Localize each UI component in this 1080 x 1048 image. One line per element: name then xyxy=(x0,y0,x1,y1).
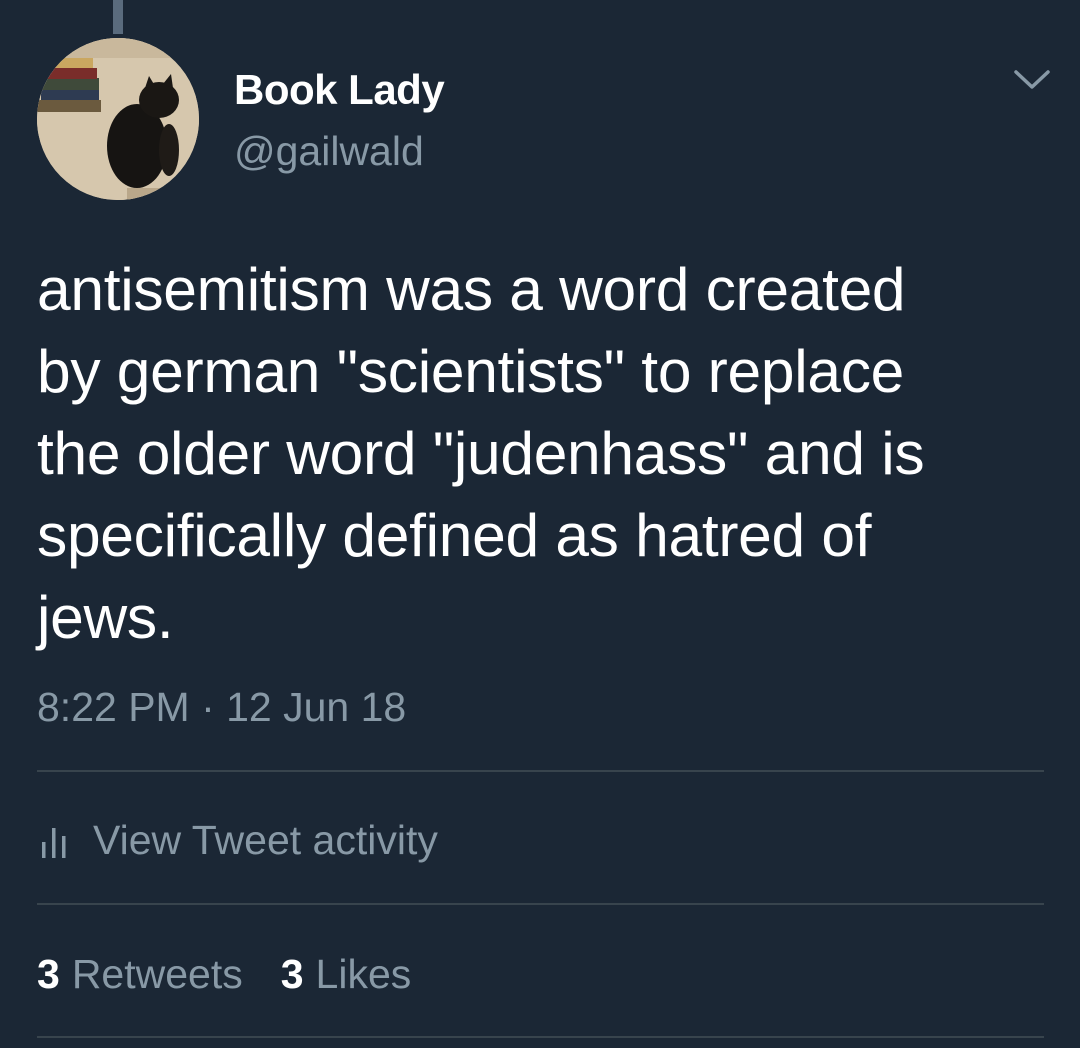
tweet-stats: 3 Retweets 3 Likes xyxy=(37,946,411,1002)
display-name[interactable]: Book Lady xyxy=(234,66,445,114)
user-handle[interactable]: @gailwald xyxy=(234,128,424,175)
tweet-detail: Book Lady @gailwald antisemitism was a w… xyxy=(0,0,1080,1048)
divider xyxy=(37,1036,1044,1038)
bar-chart-icon xyxy=(42,828,66,858)
view-tweet-activity-label: View Tweet activity xyxy=(93,816,438,863)
likes-count: 3 xyxy=(280,950,304,997)
divider xyxy=(37,903,1044,905)
likes-label: Likes xyxy=(315,950,412,997)
likes-stat[interactable]: 3 Likes xyxy=(281,951,412,998)
avatar-cat-on-books-image xyxy=(37,38,199,200)
avatar[interactable] xyxy=(37,38,199,200)
tweet-timestamp[interactable]: 8:22 PM · 12 Jun 18 xyxy=(37,684,406,731)
retweets-count: 3 xyxy=(37,950,60,997)
view-tweet-activity-button[interactable]: View Tweet activity xyxy=(37,812,438,868)
retweets-stat[interactable]: 3 Retweets xyxy=(37,951,243,998)
divider xyxy=(37,770,1044,772)
tweet-text: antisemitism was a word created by germa… xyxy=(37,255,925,651)
thread-connector-line xyxy=(113,0,123,34)
chevron-down-icon[interactable] xyxy=(1012,66,1052,94)
retweets-label: Retweets xyxy=(71,950,243,997)
